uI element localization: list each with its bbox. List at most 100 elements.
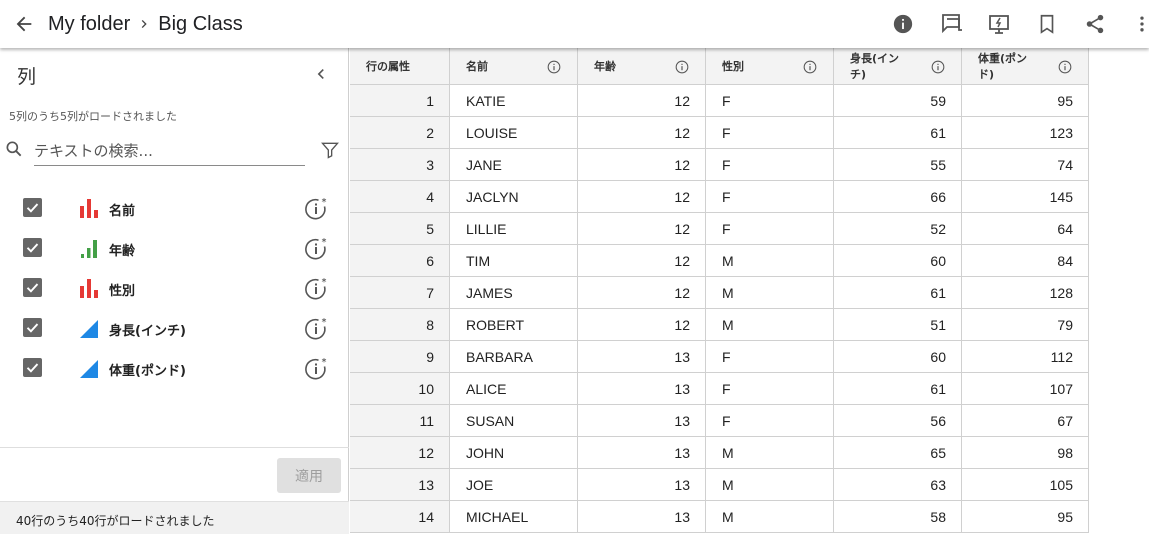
row-number-cell[interactable]: 2 [350,117,450,149]
column-info-icon[interactable]: * [303,236,329,262]
table-cell[interactable]: 79 [962,309,1089,341]
table-cell[interactable]: F [706,373,834,405]
table-cell[interactable]: 61 [834,117,962,149]
column-info-icon[interactable] [803,60,817,74]
column-header[interactable]: 身長(インチ) [834,48,962,85]
table-cell[interactable]: F [706,149,834,181]
table-cell[interactable]: 13 [578,341,706,373]
row-number-cell[interactable]: 10 [350,373,450,405]
column-info-icon[interactable]: * [303,276,329,302]
table-cell[interactable]: 12 [578,245,706,277]
table-cell[interactable]: LOUISE [450,117,578,149]
table-cell[interactable]: 95 [962,85,1089,117]
table-cell[interactable]: ALICE [450,373,578,405]
table-cell[interactable]: 60 [834,341,962,373]
table-cell[interactable]: 13 [578,373,706,405]
table-cell[interactable]: 65 [834,437,962,469]
column-list-item[interactable]: 身長(インチ) * [0,308,349,348]
table-cell[interactable]: 66 [834,181,962,213]
collapse-panel-button[interactable] [309,62,333,86]
column-list-item[interactable]: 体重(ポンド) * [0,348,349,388]
table-cell[interactable]: 61 [834,277,962,309]
table-cell[interactable]: JANE [450,149,578,181]
table-cell[interactable]: 105 [962,469,1089,501]
column-search-input[interactable] [34,136,305,166]
table-cell[interactable]: 13 [578,469,706,501]
row-number-cell[interactable]: 9 [350,341,450,373]
table-cell[interactable]: F [706,85,834,117]
table-cell[interactable]: 145 [962,181,1089,213]
column-info-icon[interactable]: * [303,196,329,222]
table-cell[interactable]: M [706,245,834,277]
column-list-item[interactable]: 性別 * [0,268,349,308]
table-cell[interactable]: 56 [834,405,962,437]
table-cell[interactable]: KATIE [450,85,578,117]
row-header-column[interactable]: 行の属性 [350,48,450,85]
column-checkbox[interactable] [23,238,42,257]
row-number-cell[interactable]: 5 [350,213,450,245]
table-cell[interactable]: 12 [578,181,706,213]
table-cell[interactable]: 55 [834,149,962,181]
table-cell[interactable]: SUSAN [450,405,578,437]
presentation-button[interactable] [985,10,1013,38]
table-cell[interactable]: 12 [578,309,706,341]
table-cell[interactable]: 128 [962,277,1089,309]
table-cell[interactable]: F [706,405,834,437]
row-number-cell[interactable]: 8 [350,309,450,341]
filter-icon[interactable] [320,140,340,160]
row-number-cell[interactable]: 6 [350,245,450,277]
row-number-cell[interactable]: 14 [350,501,450,533]
table-cell[interactable]: 51 [834,309,962,341]
table-cell[interactable]: 63 [834,469,962,501]
column-info-icon[interactable] [931,60,945,74]
column-list-item[interactable]: 名前 * [0,188,349,228]
row-number-cell[interactable]: 7 [350,277,450,309]
column-checkbox[interactable] [23,358,42,377]
table-cell[interactable]: 12 [578,277,706,309]
table-cell[interactable]: 98 [962,437,1089,469]
table-cell[interactable]: M [706,437,834,469]
comment-button[interactable] [938,10,966,38]
table-cell[interactable]: 123 [962,117,1089,149]
row-number-cell[interactable]: 11 [350,405,450,437]
table-cell[interactable]: 107 [962,373,1089,405]
table-cell[interactable]: F [706,213,834,245]
column-checkbox[interactable] [23,278,42,297]
info-button[interactable] [889,10,917,38]
table-cell[interactable]: 74 [962,149,1089,181]
table-cell[interactable]: JAMES [450,277,578,309]
column-checkbox[interactable] [23,318,42,337]
row-number-cell[interactable]: 3 [350,149,450,181]
table-cell[interactable]: 12 [578,213,706,245]
column-info-icon[interactable]: * [303,316,329,342]
table-cell[interactable]: 84 [962,245,1089,277]
table-cell[interactable]: LILLIE [450,213,578,245]
share-button[interactable] [1081,10,1109,38]
table-cell[interactable]: 95 [962,501,1089,533]
column-info-icon[interactable] [675,60,689,74]
row-number-cell[interactable]: 4 [350,181,450,213]
table-cell[interactable]: 12 [578,149,706,181]
table-cell[interactable]: 112 [962,341,1089,373]
column-info-icon[interactable] [1058,60,1072,74]
more-menu-button[interactable] [1128,10,1149,38]
table-cell[interactable]: TIM [450,245,578,277]
table-cell[interactable]: 52 [834,213,962,245]
column-header[interactable]: 性別 [706,48,834,85]
table-cell[interactable]: 67 [962,405,1089,437]
table-cell[interactable]: M [706,309,834,341]
column-info-icon[interactable]: * [303,356,329,382]
table-cell[interactable]: JOE [450,469,578,501]
table-cell[interactable]: MICHAEL [450,501,578,533]
column-info-icon[interactable] [547,60,561,74]
table-cell[interactable]: 61 [834,373,962,405]
column-header[interactable]: 名前 [450,48,578,85]
table-cell[interactable]: ROBERT [450,309,578,341]
row-number-cell[interactable]: 13 [350,469,450,501]
table-cell[interactable]: 64 [962,213,1089,245]
table-cell[interactable]: 13 [578,501,706,533]
table-cell[interactable]: 13 [578,405,706,437]
table-cell[interactable]: 60 [834,245,962,277]
table-cell[interactable]: 59 [834,85,962,117]
table-cell[interactable]: M [706,469,834,501]
